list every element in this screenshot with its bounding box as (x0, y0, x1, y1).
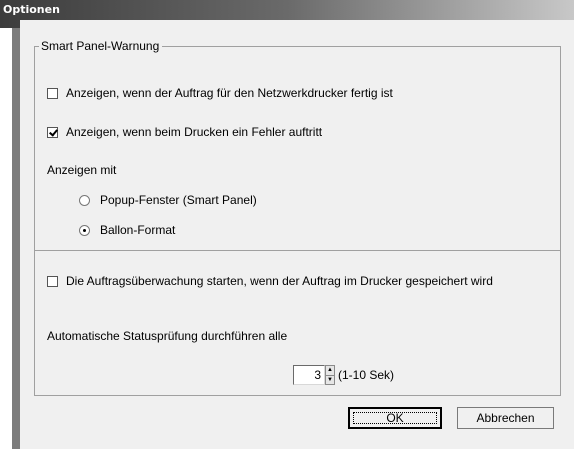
popup-window-label: Popup-Fenster (Smart Panel) (100, 193, 257, 207)
print-error-option[interactable]: Anzeigen, wenn beim Drucken ein Fehler a… (47, 125, 322, 139)
balloon-format-radio[interactable] (79, 224, 90, 236)
display-with-label: Anzeigen mit (47, 163, 116, 177)
spin-up-icon[interactable]: ▲ (326, 366, 334, 376)
auto-check-label: Automatische Statusprüfung durchführen a… (47, 329, 287, 343)
group-legend: Smart Panel-Warnung (39, 39, 163, 53)
print-error-label: Anzeigen, wenn beim Drucken ein Fehler a… (66, 125, 323, 139)
left-margin (0, 28, 12, 449)
display-with-text: Anzeigen mit (47, 163, 117, 177)
job-monitoring-group: Die Auftragsüberwachung starten, wenn de… (34, 250, 561, 396)
spin-down-icon[interactable]: ▼ (326, 376, 334, 385)
window-title: Optionen (3, 3, 60, 16)
popup-window-option[interactable]: Popup-Fenster (Smart Panel) (79, 193, 257, 207)
focus-rect (353, 412, 437, 424)
balloon-format-option[interactable]: Ballon-Format (79, 223, 175, 237)
cancel-button[interactable]: Abbrechen (457, 407, 554, 429)
print-error-checkbox[interactable] (47, 126, 58, 138)
interval-spin-buttons[interactable]: ▲ ▼ (325, 365, 335, 385)
job-done-checkbox[interactable] (47, 87, 58, 99)
interval-range-label: (1-10 Sek) (338, 368, 395, 382)
cancel-label: Abbrechen (476, 411, 535, 425)
start-monitoring-option[interactable]: Die Auftragsüberwachung starten, wenn de… (47, 274, 493, 288)
job-done-label: Anzeigen, wenn der Auftrag für den Netzw… (66, 86, 393, 100)
start-monitoring-label: Die Auftragsüberwachung starten, wenn de… (66, 274, 493, 288)
smart-panel-warning-group: Smart Panel-Warnung Anzeigen, wenn der A… (34, 39, 561, 251)
ok-button[interactable]: OK (348, 407, 442, 429)
dialog-body: Smart Panel-Warnung Anzeigen, wenn der A… (20, 20, 574, 449)
job-done-option[interactable]: Anzeigen, wenn der Auftrag für den Netzw… (47, 86, 393, 100)
interval-input[interactable]: 3 (293, 365, 325, 385)
auto-check-text: Automatische Statusprüfung durchführen a… (47, 329, 288, 343)
balloon-format-label: Ballon-Format (100, 223, 176, 237)
start-monitoring-checkbox[interactable] (47, 275, 58, 287)
left-shadow (12, 28, 20, 449)
popup-window-radio[interactable] (79, 194, 90, 206)
interval-spinner[interactable]: 3 ▲ ▼ (1-10 Sek) (293, 365, 394, 385)
